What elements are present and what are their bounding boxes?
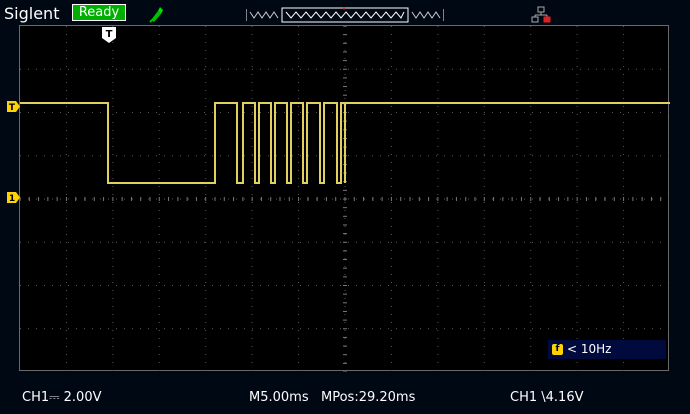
trigger-source: CH1 [510,390,538,405]
timebase-readout[interactable]: M5.00ms [249,390,309,405]
ch1-offset-label: 1 [9,194,15,203]
ch1-scale-readout[interactable]: CH1⎓ 2.00V [22,390,101,405]
trigger-readout[interactable]: CH1 \4.16V [510,390,584,405]
timebase-window-icon[interactable] [246,7,444,23]
trigger-level-label: T [9,103,16,112]
trigger-position-marker[interactable]: T [102,27,116,43]
ch1-scale-value: 2.00V [63,390,102,405]
trigger-level-marker[interactable]: T [7,101,20,112]
waveform-display[interactable] [19,25,670,372]
horizontal-position-readout[interactable]: MPos:29.20ms [321,390,415,405]
run-status-badge[interactable]: Ready [72,4,126,21]
trigger-level-value: 4.16V [545,390,584,405]
ch1-trace [20,102,670,184]
ch1-label: CH1 [22,390,50,405]
probe-icon[interactable] [148,5,164,23]
dc-coupling-icon: ⎓ [49,390,60,405]
frequency-value: < 10Hz [567,342,612,356]
ch1-offset-marker[interactable]: 1 [7,192,20,203]
frequency-icon: f [552,344,563,355]
frequency-counter: f < 10Hz [548,340,666,359]
trigger-position-label: T [106,29,113,40]
brand-label: Siglent [4,4,60,23]
network-icon[interactable] [531,6,551,24]
graticule [20,26,670,372]
